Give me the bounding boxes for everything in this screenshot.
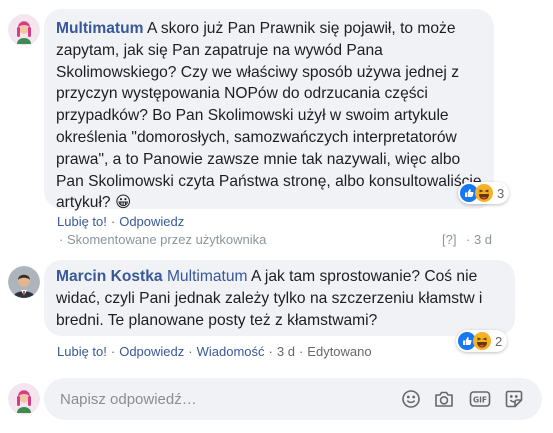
reply-box: GIF bbox=[44, 378, 542, 420]
reply-link[interactable]: Odpowiedz bbox=[119, 214, 184, 229]
comment-time[interactable]: · 3 d bbox=[466, 232, 492, 247]
comment-actions: Lubię to! · Odpowiedz · Wiadomość · 3 d · Edytow… bbox=[57, 344, 372, 359]
help-link[interactable]: [?] bbox=[442, 232, 456, 247]
edited-label[interactable]: Edytowano bbox=[307, 344, 371, 359]
haha-icon bbox=[475, 184, 493, 202]
message-link[interactable]: Wiadomość bbox=[197, 344, 265, 359]
commented-by-note: · Skomentowane przez użytkownika bbox=[59, 232, 267, 247]
reaction-count: 2 bbox=[495, 333, 503, 349]
comment-text: Multimatum A skoro już Pan Prawnik się p… bbox=[56, 18, 482, 214]
avatar-multimatum[interactable] bbox=[8, 14, 40, 46]
avatar-marcin-kostka[interactable] bbox=[8, 266, 40, 298]
reply-input[interactable] bbox=[60, 390, 380, 408]
avatar-current-user bbox=[8, 383, 40, 415]
camera-icon[interactable] bbox=[432, 387, 456, 411]
reaction-count: 3 bbox=[497, 185, 505, 201]
sticker-icon[interactable] bbox=[502, 387, 526, 411]
comment-bubble-multimatum: Multimatum A skoro już Pan Prawnik się p… bbox=[44, 9, 494, 211]
comment-body: A skoro już Pan Prawnik się pojawił, to … bbox=[56, 20, 482, 212]
gif-icon[interactable]: GIF bbox=[468, 387, 492, 411]
comment-bubble-marcin-kostka: Marcin Kostka Multimatum A jak tam spros… bbox=[44, 260, 515, 336]
comment-author[interactable]: Multimatum bbox=[56, 20, 144, 37]
comment-time[interactable]: 3 d bbox=[277, 344, 295, 359]
comment-actions: Lubię to! · Odpowiedz bbox=[57, 214, 185, 229]
comment-text: Marcin Kostka Multimatum A jak tam spros… bbox=[56, 266, 503, 331]
mention-link[interactable]: Multimatum bbox=[167, 268, 248, 285]
reply-link[interactable]: Odpowiedz bbox=[119, 344, 184, 359]
comment-author[interactable]: Marcin Kostka bbox=[56, 268, 163, 285]
haha-icon bbox=[473, 332, 491, 350]
emoji-icon[interactable] bbox=[399, 387, 423, 411]
grinning-emoji: 😀 bbox=[114, 193, 132, 212]
like-link[interactable]: Lubię to! bbox=[57, 344, 107, 359]
reactions-summary[interactable]: 3 bbox=[458, 182, 510, 204]
reactions-summary[interactable]: 2 bbox=[456, 330, 508, 352]
svg-text:GIF: GIF bbox=[473, 396, 487, 405]
like-link[interactable]: Lubię to! bbox=[57, 214, 107, 229]
